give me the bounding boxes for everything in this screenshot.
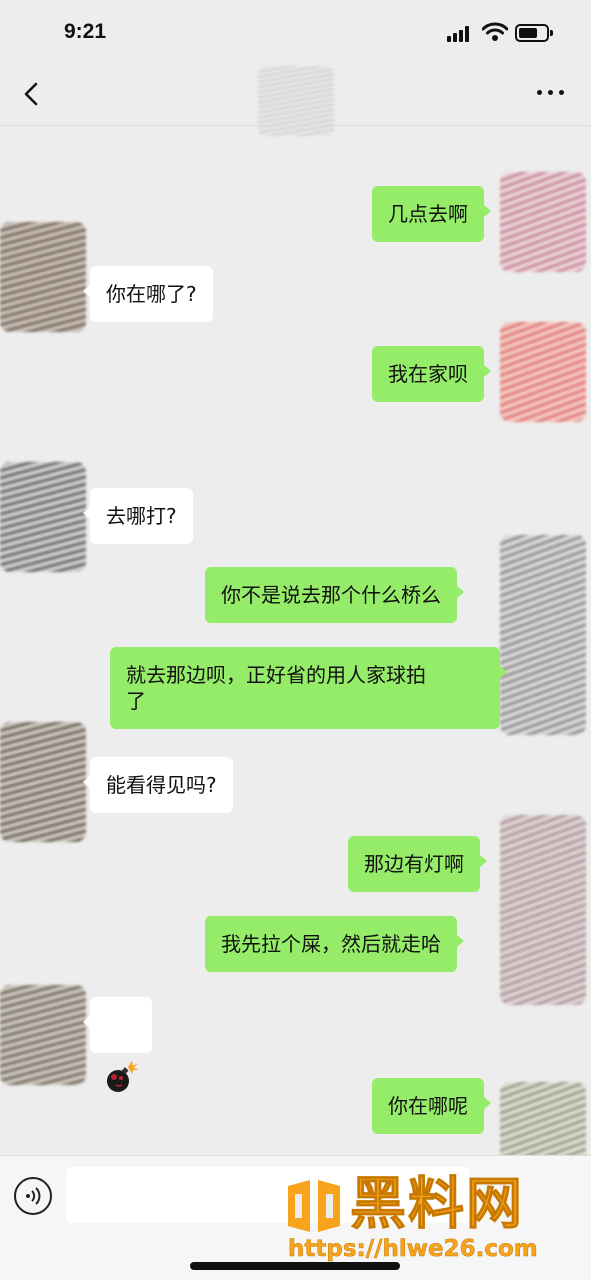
message-bubble-sent[interactable]: 你在哪呢 — [372, 1078, 491, 1134]
message-bubble-sent[interactable]: 几点去啊 — [372, 186, 491, 242]
message-bubble-received[interactable]: 去哪打? — [83, 488, 193, 544]
my-avatar[interactable] — [500, 322, 586, 422]
home-indicator — [190, 1262, 400, 1270]
contact-avatar[interactable] — [0, 722, 86, 842]
contact-avatar[interactable] — [0, 985, 86, 1085]
message-bubble-sent[interactable]: 我先拉个屎，然后就走哈 — [205, 916, 464, 972]
message-bubble-received[interactable]: 你在哪了? — [83, 266, 213, 322]
watermark-url: https://hlwe26.com — [288, 1236, 538, 1263]
watermark-logo-icon — [288, 1180, 340, 1232]
cellular-signal-icon — [447, 26, 473, 42]
my-avatar[interactable] — [500, 535, 586, 735]
wifi-icon — [482, 22, 508, 41]
bomb-icon — [107, 1061, 139, 1092]
message-bubble-received[interactable] — [83, 997, 152, 1092]
voice-input-button[interactable] — [14, 1177, 52, 1215]
chat-title-redacted — [258, 66, 334, 136]
contact-avatar[interactable] — [0, 462, 86, 572]
voice-icon — [26, 1187, 41, 1205]
status-time: 9:21 — [64, 20, 107, 43]
message-bubble-sent[interactable]: 那边有灯啊 — [348, 836, 487, 892]
my-avatar[interactable] — [500, 815, 586, 1005]
back-button[interactable] — [16, 78, 48, 110]
message-bubble-received[interactable]: 能看得见吗? — [83, 757, 233, 813]
nav-bar — [0, 62, 591, 136]
chevron-left-icon — [24, 82, 38, 106]
battery-icon — [515, 24, 553, 42]
message-bubble-sent[interactable]: 你不是说去那个什么桥么 — [205, 567, 464, 623]
contact-avatar[interactable] — [0, 222, 86, 332]
watermark-brand: 黑料网 — [350, 1172, 524, 1238]
more-options-button[interactable] — [537, 90, 565, 98]
status-bar: 9:21 — [0, 0, 591, 62]
message-bubble-sent[interactable]: 就去那边呗，正好省的用人家球拍 了 — [110, 647, 507, 729]
my-avatar[interactable] — [500, 172, 586, 272]
message-bubble-sent[interactable]: 我在家呗 — [372, 346, 491, 402]
